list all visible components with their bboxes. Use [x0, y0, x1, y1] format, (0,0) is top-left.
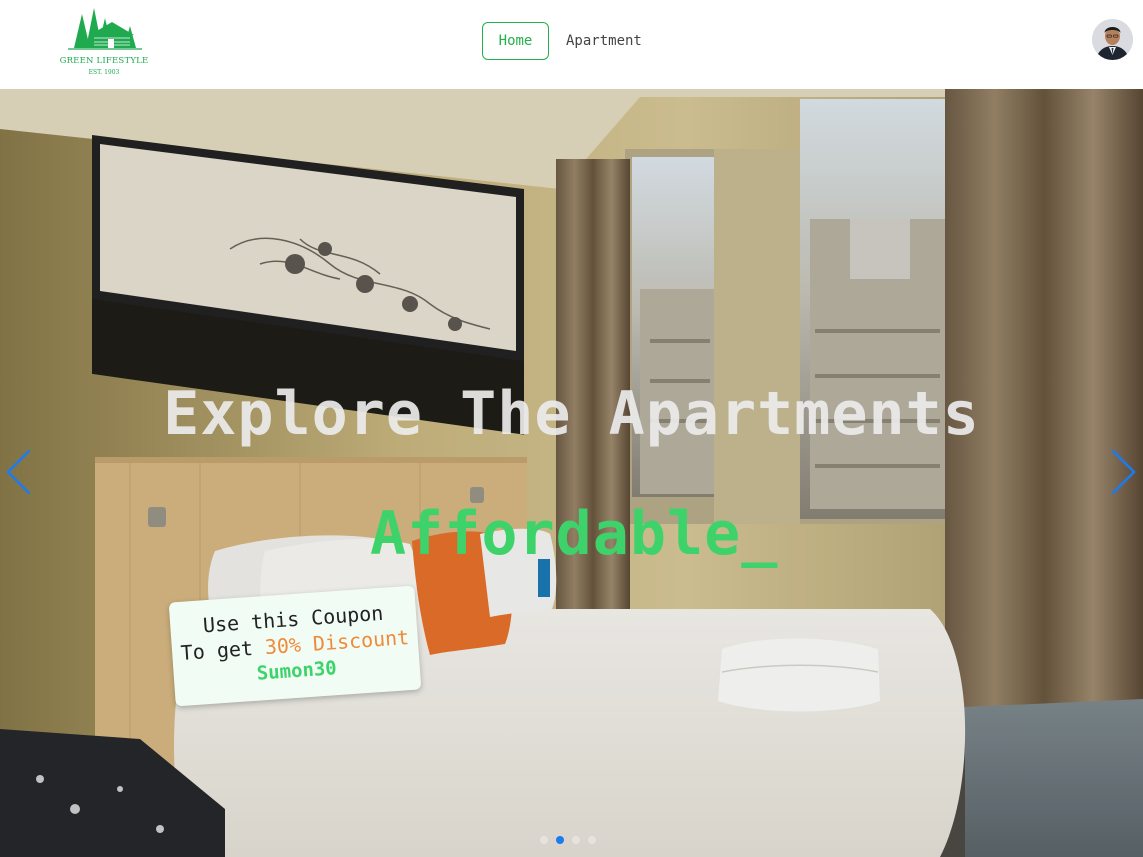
- user-avatar-icon: [1092, 19, 1133, 60]
- brand-name: GREEN LIFESTYLE: [59, 56, 149, 66]
- chevron-right-icon: [1111, 449, 1136, 495]
- chevron-left-icon: [6, 449, 31, 495]
- carousel-dot[interactable]: [556, 836, 564, 844]
- cabin-trees-icon: [68, 8, 142, 50]
- nav-link-apartment[interactable]: Apartment: [566, 33, 642, 49]
- hero-carousel: Explore The Apartments Affordable_ Use t…: [0, 89, 1143, 857]
- hero-title: Explore The Apartments: [163, 379, 980, 449]
- carousel-dot[interactable]: [588, 836, 596, 844]
- carousel-prev-button[interactable]: [2, 447, 36, 497]
- navbar: GREEN LIFESTYLE EST. 1903 Home Apartment: [0, 0, 1143, 89]
- brand-logo[interactable]: GREEN LIFESTYLE EST. 1903: [58, 4, 150, 80]
- user-avatar[interactable]: [1092, 19, 1133, 60]
- brand-established: EST. 1903: [88, 69, 120, 76]
- carousel-next-button[interactable]: [1106, 447, 1140, 497]
- nav-link-home[interactable]: Home: [482, 22, 549, 60]
- main-nav: Home Apartment: [482, 22, 642, 60]
- carousel-dot[interactable]: [572, 836, 580, 844]
- hotel-bedroom-photo: [0, 89, 1143, 857]
- coupon-line-2-prefix: To get: [179, 635, 266, 665]
- coupon-card: Use this Coupon To get 30% Discount Sumo…: [168, 585, 422, 707]
- hero-typed-text: Affordable_: [370, 499, 779, 569]
- carousel-dot[interactable]: [540, 836, 548, 844]
- carousel-pagination: [540, 836, 596, 844]
